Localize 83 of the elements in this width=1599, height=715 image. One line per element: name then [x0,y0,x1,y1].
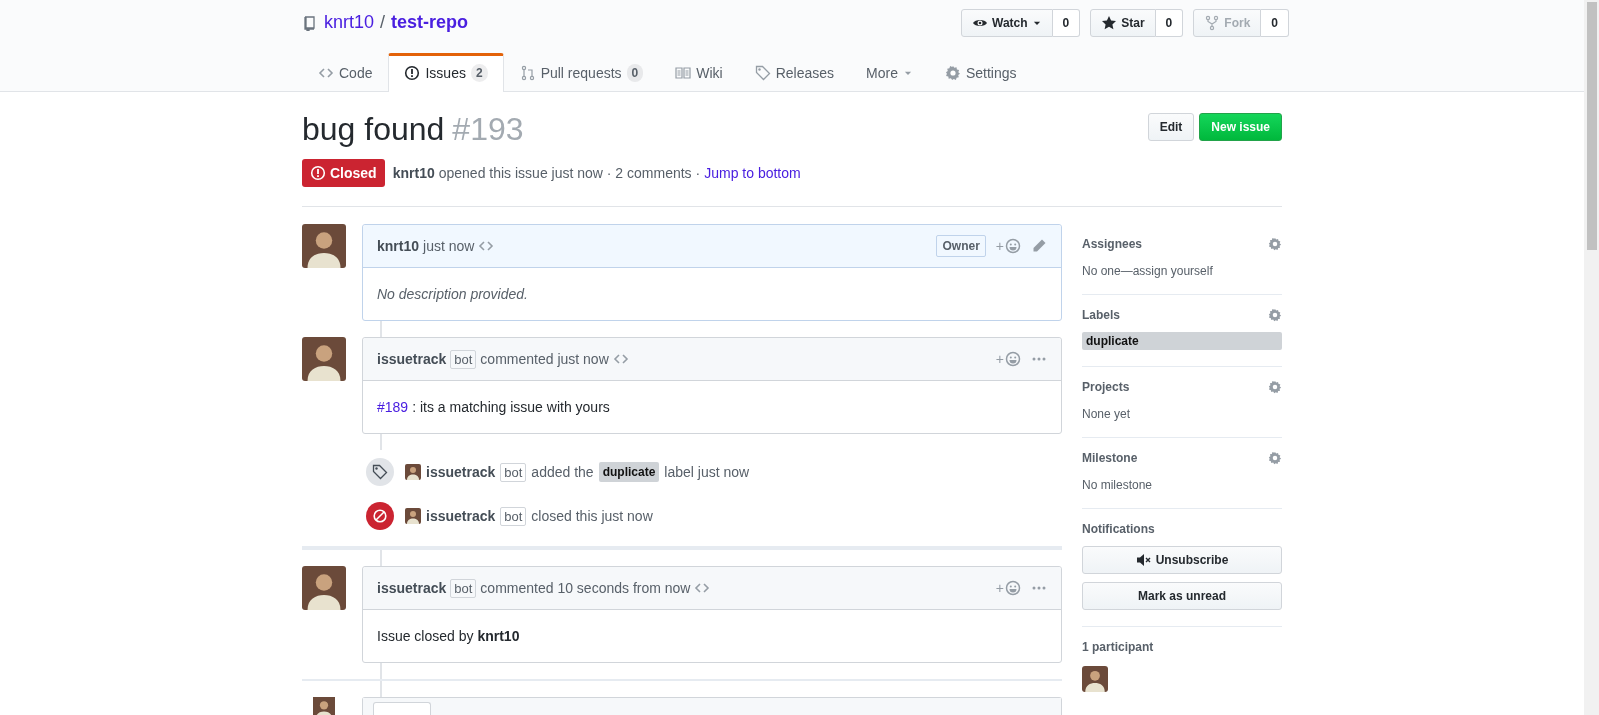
settings-icon[interactable] [1268,308,1282,322]
sidebar-heading: Assignees [1082,237,1143,251]
avatar [405,508,421,524]
settings-icon[interactable] [1268,380,1282,394]
book-icon [675,65,692,81]
tab[interactable]: Settings [928,53,1033,92]
count-badge: 0 [626,64,644,82]
issue-number: #193 [452,111,524,147]
unsubscribe-button[interactable]: Unsubscribe [1082,546,1282,574]
edit-button[interactable]: Edit [1147,113,1195,141]
settings-icon[interactable] [1268,237,1282,251]
sidebar-heading: Notifications [1082,522,1155,536]
tab[interactable]: More [850,53,929,92]
count-link[interactable]: 0 [1052,8,1081,37]
jump-link[interactable]: Jump to bottom [704,165,801,181]
exclamation-circle-icon [404,65,421,81]
closed-issue-icon [310,165,326,181]
comment-text: : its a matching issue with yours [412,399,610,415]
scrollbar[interactable] [1584,0,1599,715]
avatar [302,224,346,268]
sidebar-text: No milestone [1082,478,1154,492]
comment-time-link[interactable]: commented just now [480,351,609,367]
owner-link[interactable]: knrt10 [324,12,375,33]
settings-icon[interactable] [1268,451,1282,465]
smiley-icon [1005,580,1021,596]
bot-badge: bot [450,578,477,598]
edit-icon[interactable] [1031,238,1047,254]
author-link[interactable]: knrt10 [392,165,435,181]
repository-link[interactable]: test-repo [391,12,469,33]
label-tag[interactable]: duplicate [1082,332,1282,350]
prohibited-icon [372,508,388,524]
event-text: added the [531,464,594,480]
tab[interactable]: Wiki [659,53,739,92]
author-link[interactable]: issuetrack [377,351,447,367]
sidebar-heading: Milestone [1082,451,1138,465]
tab[interactable]: Pull requests 0 [503,53,660,92]
tab[interactable]: Code [302,53,389,92]
bot-badge: bot [500,462,527,482]
author-link[interactable]: issuetrack [426,508,496,524]
comment-time-link[interactable]: just now [423,238,475,254]
sidebar-heading: 1 participant [1082,640,1154,654]
state-badge: Closed [302,159,385,187]
avatar [302,566,346,610]
comment-text: Issue closed by knrt10 [377,628,520,644]
mark-unread-button[interactable]: Mark as unread [1082,582,1282,610]
tag-icon [372,464,388,480]
issue-title: bug found [302,111,445,147]
fork-icon [1204,14,1221,31]
avatar [1082,666,1108,692]
sidebar-text: No one—assign yourself [1082,264,1214,278]
comment-time-link[interactable]: commented 10 seconds from now [480,580,691,596]
author-link[interactable]: knrt10 [377,238,420,254]
author-link[interactable]: issuetrack [426,464,496,480]
sidebar-heading: Labels [1082,308,1120,322]
count-badge: 2 [470,64,488,82]
event-text: label just now [664,464,750,480]
sidebar-heading: Projects [1082,380,1130,394]
bot-badge: bot [500,506,527,526]
watch-button[interactable]: Watch [961,8,1053,37]
mute-icon [1135,552,1152,568]
star-button[interactable]: Star [1090,8,1156,37]
label-tag[interactable]: duplicate [598,462,660,482]
comment-text: No description provided. [377,286,528,302]
issue-link[interactable]: #189 [377,399,409,415]
settings-icon [944,65,961,81]
path-separator: / [380,12,386,33]
bot-badge: bot [450,349,477,369]
event-text: closed this just now [531,508,653,524]
pull-request-icon [519,65,536,81]
issue-meta: opened this issue just now · 2 comments · [438,165,701,181]
count-link[interactable]: 0 [1155,8,1184,37]
smiley-icon [1005,351,1021,367]
tab[interactable]: Releases [738,53,851,92]
tag-icon [754,65,771,81]
sidebar-text: None yet [1082,407,1132,421]
avatar [405,464,421,480]
author-link[interactable]: issuetrack [377,580,447,596]
avatar [302,337,346,381]
repository-icon [302,14,318,31]
smiley-icon [1005,238,1021,254]
tab[interactable]: Issues 2 [388,53,504,92]
star-icon [1101,14,1118,31]
owner-badge: Owner [936,235,986,257]
